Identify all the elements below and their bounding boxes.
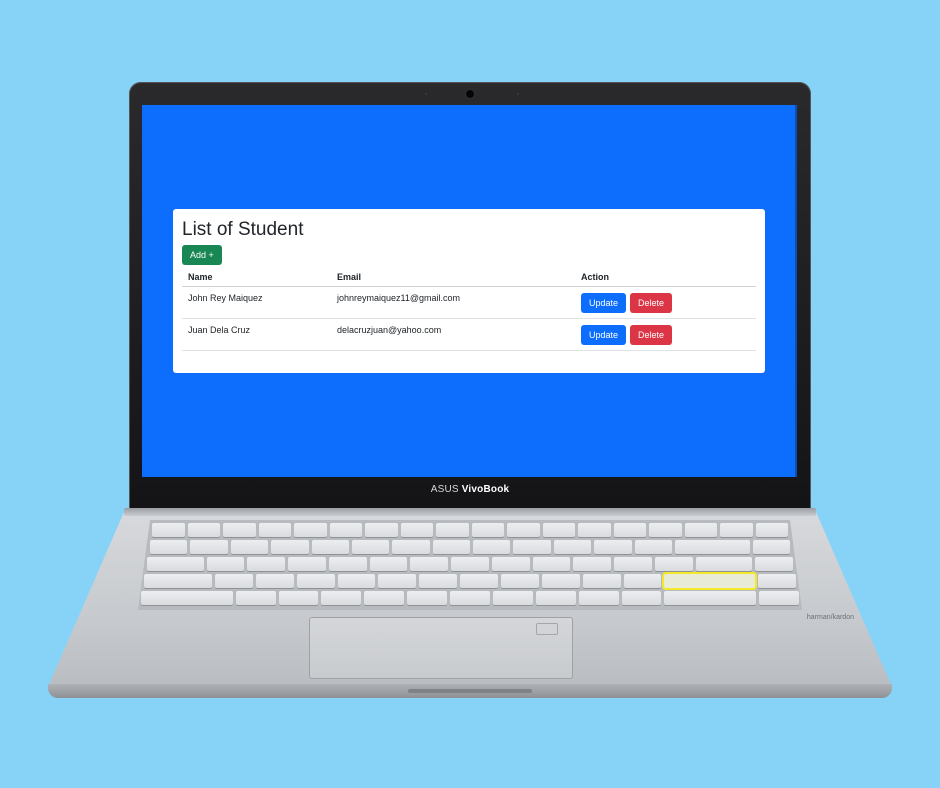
table-header-row: Name Email Action [182,269,756,287]
table-row: John Rey Maiquez johnreymaiquez11@gmail.… [182,286,756,319]
keyboard [138,520,802,610]
front-notch [408,689,532,693]
key-row [147,557,793,571]
student-email: johnreymaiquez11@gmail.com [331,286,575,319]
page-title: List of Student [182,219,304,240]
delete-button[interactable]: Delete [630,324,673,345]
update-button[interactable]: Update [581,292,627,313]
sensor-dot [425,93,427,95]
screen: List of Student Add + Name Email Action … [142,105,797,477]
webcam-icon [466,90,474,98]
laptop-lid: List of Student Add + Name Email Action … [129,82,811,512]
update-button[interactable]: Update [581,324,627,345]
student-email: delacruzjuan@yahoo.com [331,318,575,351]
sensor-dot [517,93,519,95]
students-table: Name Email Action John Rey Maiquez johnr… [182,269,756,351]
column-header-name: Name [182,269,331,287]
student-name: John Rey Maiquez [182,286,331,319]
laptop-brand-logo: ASUS VivoBook [129,484,811,495]
row-actions: Update Delete [575,318,756,351]
fingerprint-sensor-icon [536,623,558,635]
delete-button[interactable]: Delete [630,292,673,313]
brand-prefix: ASUS [430,484,462,495]
student-list-card: List of Student Add + Name Email Action … [173,209,765,373]
laptop-hinge [124,508,816,516]
touchpad [309,617,573,679]
add-student-button[interactable]: Add + [182,245,222,265]
key-row [152,523,788,537]
column-header-email: Email [331,269,575,287]
key-row [141,591,800,605]
speaker-brand: harman/kardon [806,614,854,621]
key-row [144,574,797,588]
brand-name: VivoBook [461,484,510,495]
key-row [150,540,790,554]
table-row: Juan Dela Cruz delacruzjuan@yahoo.com Up… [182,318,756,351]
row-actions: Update Delete [575,286,756,319]
column-header-action: Action [575,269,756,287]
student-name: Juan Dela Cruz [182,318,331,351]
